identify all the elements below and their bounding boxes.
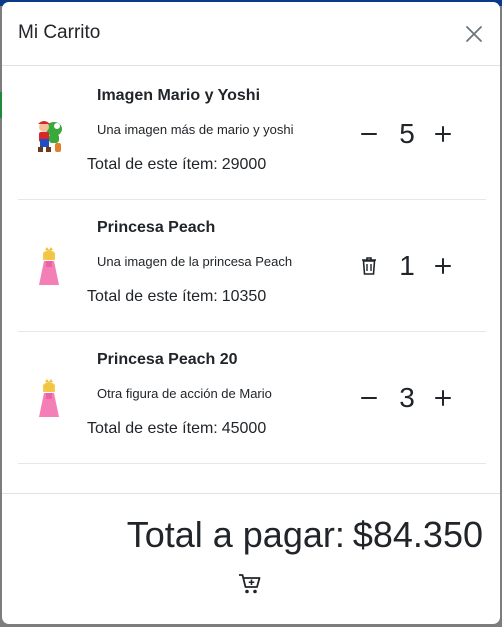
minus-icon — [361, 397, 377, 399]
minus-icon — [361, 133, 377, 135]
plus-icon — [435, 258, 451, 274]
item-subtotal-value: 10350 — [221, 288, 267, 305]
cart-item: Princesa Peach Una imagen de la princesa… — [18, 199, 486, 332]
item-subtotal: Total de este ítem: 29000 — [87, 156, 266, 174]
cart-total-value: $84.350 — [352, 514, 483, 555]
cart-plus-icon — [239, 574, 261, 594]
item-name: Imagen Mario y Yoshi — [97, 87, 261, 104]
increase-quantity-button[interactable] — [432, 387, 454, 409]
trash-icon — [362, 257, 376, 275]
item-subtotal: Total de este ítem: 10350 — [87, 288, 266, 306]
item-name: Princesa Peach — [97, 219, 216, 236]
item-subtotal-value: 45000 — [221, 420, 267, 437]
increase-quantity-button[interactable] — [432, 123, 454, 145]
modal-footer: Total a pagar: $84.350 — [2, 493, 500, 624]
item-subtotal-value: 29000 — [221, 156, 267, 173]
quantity-value: 5 — [399, 118, 415, 149]
item-subtotal: Total de este ítem: 45000 — [87, 420, 266, 438]
increase-quantity-button[interactable] — [432, 255, 454, 277]
mario-yoshi-thumbnail — [38, 121, 62, 152]
item-description: Una imagen más de mario y yoshi — [97, 122, 294, 137]
close-button[interactable] — [464, 24, 484, 44]
cart-modal: Mi Carrito Imagen Mario y Yoshi Una imag… — [2, 2, 500, 624]
item-subtotal-label: Total de este ítem: — [87, 156, 218, 173]
item-subtotal-label: Total de este ítem: — [87, 420, 218, 437]
princess-peach-thumbnail — [39, 379, 59, 417]
item-description: Una imagen de la princesa Peach — [97, 254, 293, 269]
item-subtotal-label: Total de este ítem: — [87, 288, 218, 305]
cart-item: Princesa Peach 20 Otra figura de acción … — [18, 331, 486, 464]
quantity-value: 1 — [399, 250, 415, 281]
modal-header: Mi Carrito — [2, 2, 500, 66]
checkout-button[interactable] — [238, 572, 262, 596]
item-name: Princesa Peach 20 — [97, 351, 238, 368]
decrease-quantity-button[interactable] — [358, 123, 380, 145]
quantity-value: 3 — [399, 382, 415, 413]
modal-title: Mi Carrito — [18, 22, 101, 43]
remove-item-button[interactable] — [359, 256, 379, 276]
plus-icon — [435, 126, 451, 142]
item-description: Otra figura de acción de Mario — [97, 386, 272, 401]
decrease-quantity-button[interactable] — [358, 387, 380, 409]
plus-icon — [435, 390, 451, 406]
close-icon — [466, 26, 482, 42]
cart-item: Imagen Mario y Yoshi Una imagen más de m… — [18, 67, 486, 200]
princess-peach-thumbnail — [39, 247, 59, 285]
cart-total: Total a pagar: $84.350 — [127, 514, 483, 556]
cart-total-label: Total a pagar: — [126, 514, 345, 555]
